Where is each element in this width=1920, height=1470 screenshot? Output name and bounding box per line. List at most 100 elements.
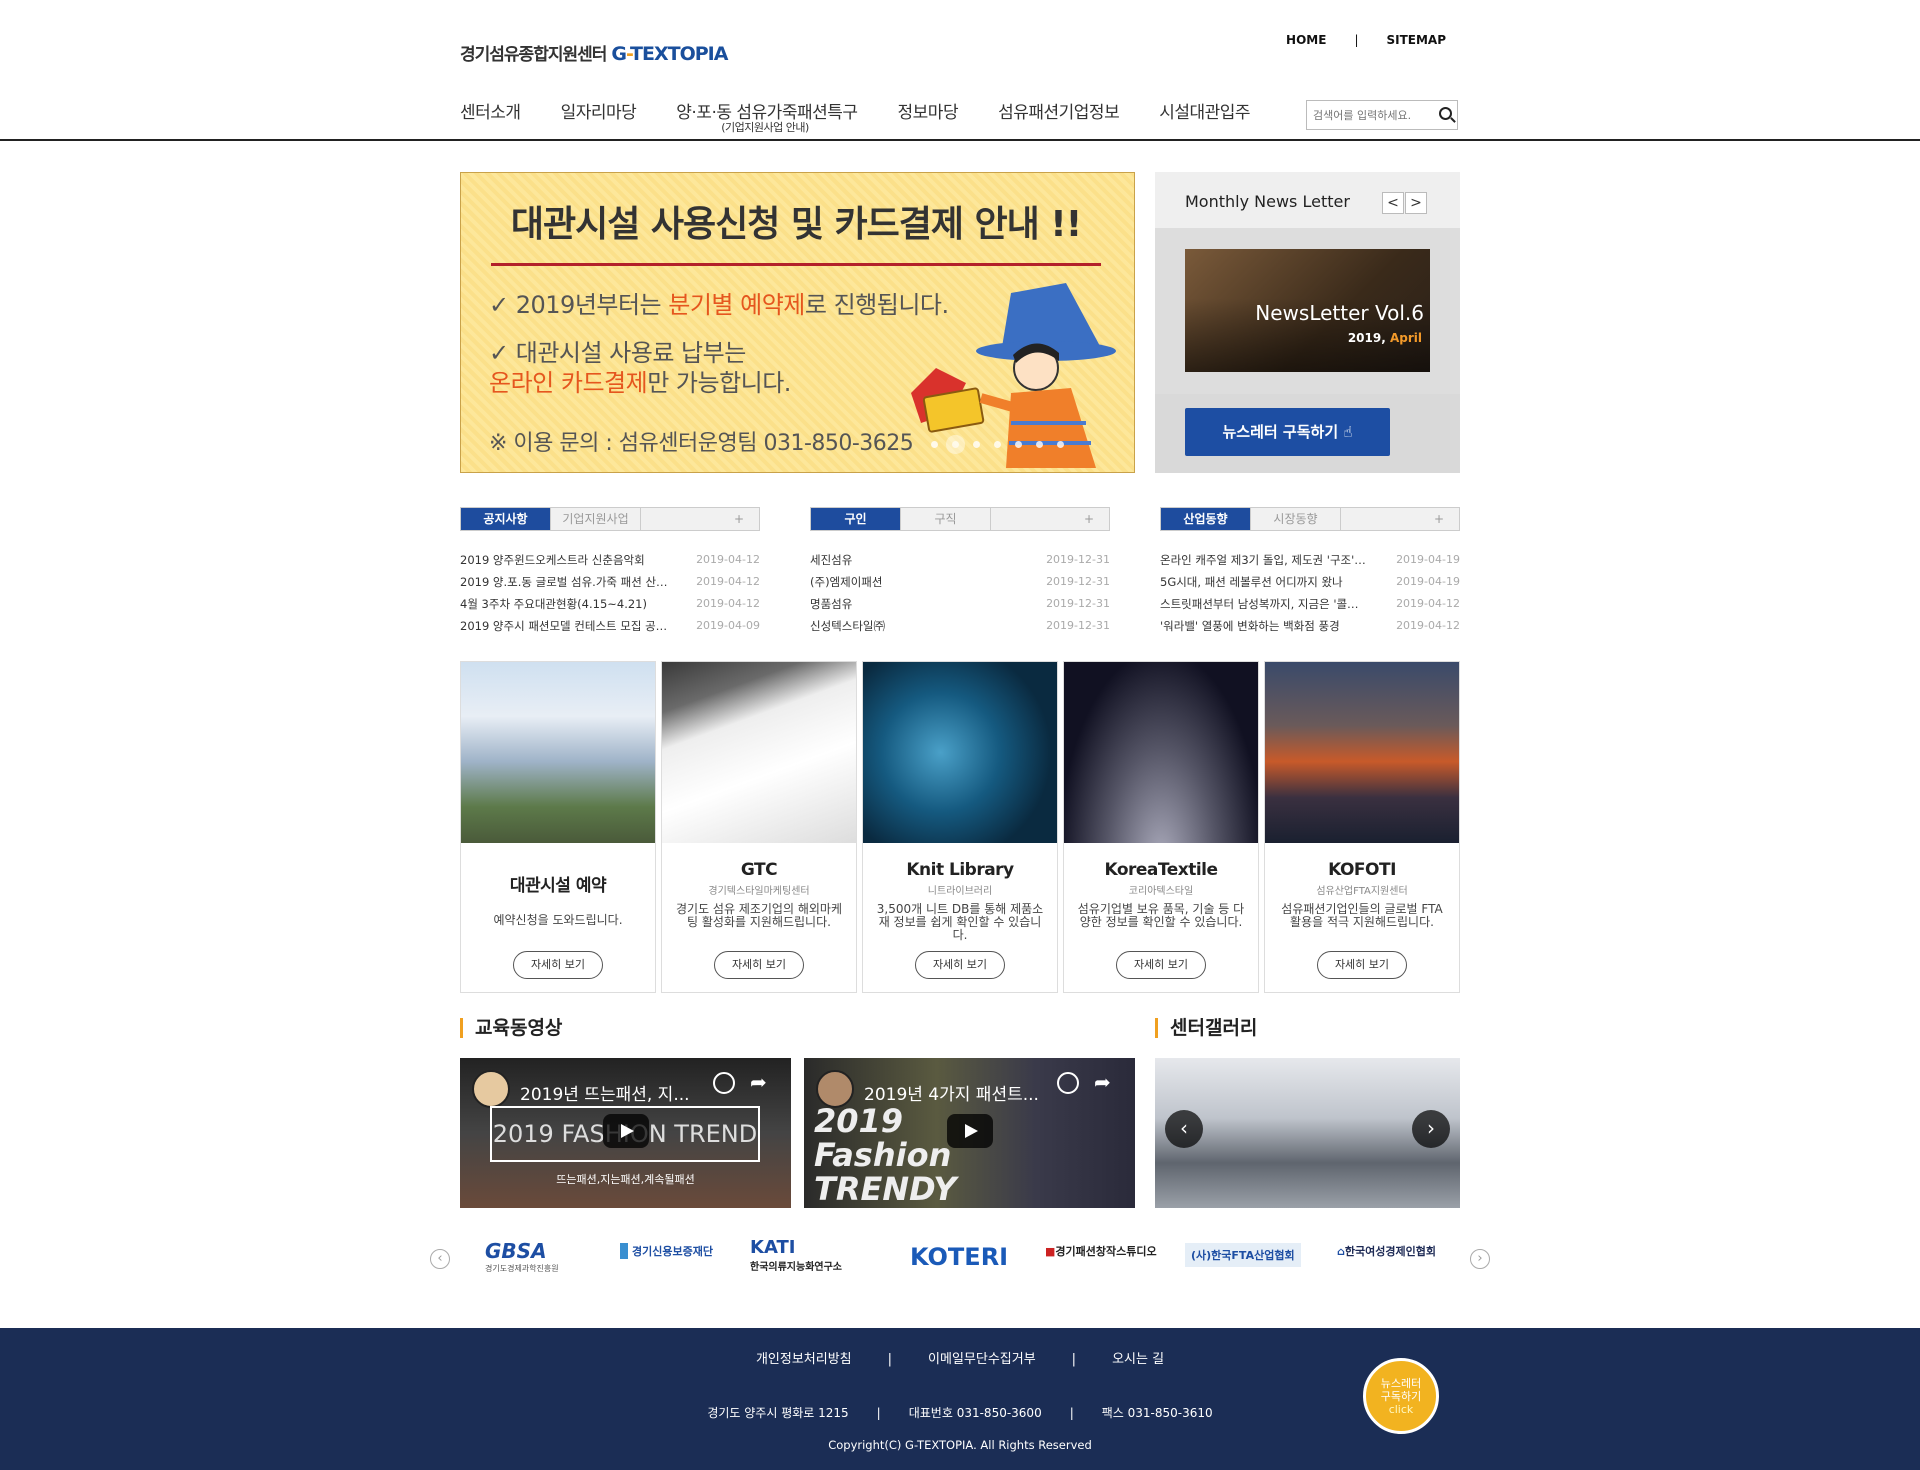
partner-kati[interactable]: KATI 한국의류지능화연구소: [750, 1237, 842, 1273]
tab-business-support[interactable]: 기업지원사업: [551, 508, 641, 530]
newsletter-next-button[interactable]: >: [1405, 192, 1427, 214]
play-icon[interactable]: [603, 1114, 649, 1148]
partner-gfcs[interactable]: ■경기패션창작스튜디오: [1045, 1243, 1157, 1259]
list-item[interactable]: 온라인 캐주얼 제3기 돌입, 제도권 '구조'… 2019-04-19: [1160, 549, 1460, 571]
badge-line-1: 뉴스레터: [1380, 1377, 1422, 1390]
gallery-prev-button[interactable]: ‹: [1165, 1110, 1203, 1148]
list-item[interactable]: 4월 3주차 주요대관현황(4.15~4.21) 2019-04-12: [460, 593, 760, 615]
partners-prev-button[interactable]: ‹: [430, 1249, 450, 1269]
clock-icon[interactable]: [1057, 1072, 1079, 1094]
tab-notice[interactable]: 공지사항: [461, 508, 551, 530]
partner-gbsa[interactable]: GBSA 경기도경제과학진흥원: [485, 1239, 559, 1274]
nav-item-company-info[interactable]: 섬유패션기업정보: [998, 98, 1120, 123]
list-item-date: 2019-12-31: [1046, 575, 1110, 588]
nav-item-center[interactable]: 센터소개: [460, 98, 521, 123]
newsletter-subscribe-button[interactable]: 뉴스레터 구독하기 ☝: [1185, 408, 1390, 456]
main-banner[interactable]: 대관시설 사용신청 및 카드결제 안내 !! ✓ 2019년부터는 분기별 예약…: [460, 172, 1135, 473]
board-tabs: 산업동향 시장동향 +: [1160, 507, 1460, 531]
more-plus-icon[interactable]: +: [719, 508, 759, 530]
home-link[interactable]: HOME: [1286, 33, 1326, 47]
list-item[interactable]: '워라밸' 열풍에 변화하는 백화점 풍경 2019-04-12: [1160, 615, 1460, 637]
search-input[interactable]: [1307, 101, 1427, 129]
list-item[interactable]: (주)엠제이패션 2019-12-31: [810, 571, 1110, 593]
list-item[interactable]: 스트릿패션부터 남성복까지, 지금은 '콜… 2019-04-12: [1160, 593, 1460, 615]
footer-separator: |: [876, 1406, 881, 1420]
yarn-image: [863, 662, 1057, 843]
board-trends: 산업동향 시장동향 + 온라인 캐주얼 제3기 돌입, 제도권 '구조'… 201…: [1160, 507, 1460, 637]
fax: 팩스 031-850-3610: [1101, 1406, 1213, 1420]
partner-kati-name: KATI: [750, 1237, 796, 1258]
banner-dot[interactable]: [931, 441, 938, 448]
sitemap-link[interactable]: SITEMAP: [1386, 33, 1446, 47]
clock-icon[interactable]: [713, 1072, 735, 1094]
list-item-date: 2019-04-12: [696, 553, 760, 566]
partner-gbsa-name: GBSA: [485, 1239, 547, 1263]
newsletter-prev-button[interactable]: <: [1382, 192, 1404, 214]
edu-video-title: 교육동영상: [460, 1018, 562, 1038]
newsletter-year: 2019,: [1347, 331, 1390, 345]
list-item-title: 스트릿패션부터 남성복까지, 지금은 '콜…: [1160, 597, 1359, 611]
card-knit-library: Knit Library 니트라이브러리 3,500개 니트 DB를 통해 제품…: [862, 661, 1058, 993]
tab-industry-trend[interactable]: 산업동향: [1161, 508, 1251, 530]
detail-button[interactable]: 자세히 보기: [1317, 951, 1407, 979]
list-item[interactable]: 5G시대, 패션 레볼루션 어디까지 왔나 2019-04-19: [1160, 571, 1460, 593]
card-title: KoreaTextile: [1104, 860, 1218, 880]
banner-dot[interactable]: [1036, 441, 1043, 448]
video-1[interactable]: 2019년 뜨는패션, 지... ➦ 2019 FASHION TREND 뜨는…: [460, 1058, 791, 1208]
newsletter-thumbnail[interactable]: NewsLetter Vol.6 2019, April: [1185, 249, 1430, 372]
tab-market-trend[interactable]: 시장동향: [1251, 508, 1341, 530]
partners-next-button[interactable]: ›: [1470, 1249, 1490, 1269]
partner-kwec[interactable]: ⌂한국여성경제인협회: [1337, 1243, 1436, 1259]
tab-job-seek[interactable]: 구직: [901, 508, 991, 530]
board-list: 2019 양주윈드오케스트라 신춘음악회 2019-04-12 2019 양.포.…: [460, 549, 760, 637]
partner-gcgf[interactable]: 경기신용보증재단: [620, 1243, 713, 1259]
page: 경기섬유종합지원센터 G-TEXTOPIA HOME | SITEMAP 센터소개 …: [0, 0, 1920, 1470]
detail-button[interactable]: 자세히 보기: [714, 951, 804, 979]
search-icon[interactable]: [1439, 107, 1452, 120]
banner-dot[interactable]: [973, 441, 980, 448]
banner-dot[interactable]: [994, 441, 1001, 448]
share-icon[interactable]: ➦: [1094, 1070, 1111, 1094]
banner-dot[interactable]: [1015, 441, 1022, 448]
banner-dot-active[interactable]: [952, 441, 959, 448]
card-subtitle: 니트라이브러리: [927, 886, 993, 897]
partner-koteri[interactable]: KOTERI: [910, 1243, 1008, 1271]
list-item-title: 5G시대, 패션 레볼루션 어디까지 왔나: [1160, 575, 1343, 589]
directions-link[interactable]: 오시는 길: [1112, 1352, 1164, 1367]
nav-item-info[interactable]: 정보마당: [898, 98, 959, 123]
detail-button[interactable]: 자세히 보기: [1116, 951, 1206, 979]
more-plus-icon[interactable]: +: [1069, 508, 1109, 530]
list-item[interactable]: 2019 양주시 패션모델 컨테스트 모집 공… 2019-04-09: [460, 615, 760, 637]
list-item[interactable]: 명품섬유 2019-12-31: [810, 593, 1110, 615]
list-item-title: 세진섬유: [810, 553, 853, 567]
email-policy-link[interactable]: 이메일무단수집거부: [928, 1352, 1036, 1367]
channel-avatar[interactable]: [472, 1070, 510, 1108]
partner-fta[interactable]: (사)한국FTA산업협회: [1185, 1243, 1301, 1267]
more-plus-icon[interactable]: +: [1419, 508, 1459, 530]
list-item[interactable]: 세진섬유 2019-12-31: [810, 549, 1110, 571]
footer-separator: |: [1069, 1406, 1074, 1420]
banner-dot[interactable]: [1057, 441, 1064, 448]
gallery-next-button[interactable]: ›: [1412, 1110, 1450, 1148]
list-item[interactable]: 신성텍스타일㈜ 2019-12-31: [810, 615, 1110, 637]
list-item-date: 2019-12-31: [1046, 597, 1110, 610]
list-item[interactable]: 2019 양주윈드오케스트라 신춘음악회 2019-04-12: [460, 549, 760, 571]
card-facility: 대관시설 예약 예약신청을 도와드립니다. 자세히 보기: [460, 661, 656, 993]
main-nav: 센터소개 일자리마당 양·포·동 섬유가죽패션특구 (기업지원사업 안내) 정보마…: [460, 98, 1290, 134]
video-2[interactable]: 2019년 4가지 패션트... ➦ 2019 Fashion TRENDY: [804, 1058, 1135, 1208]
phone: 대표번호 031-850-3600: [908, 1406, 1042, 1420]
tab-job-offer[interactable]: 구인: [811, 508, 901, 530]
share-icon[interactable]: ➦: [750, 1070, 767, 1094]
banner-line-1a: ✓ 2019년부터는: [489, 291, 669, 319]
newsletter-badge-button[interactable]: 뉴스레터 구독하기 click: [1363, 1358, 1439, 1434]
nav-item-jobs[interactable]: 일자리마당: [561, 98, 637, 123]
detail-button[interactable]: 자세히 보기: [915, 951, 1005, 979]
play-icon[interactable]: [947, 1114, 993, 1148]
nav-item-facility[interactable]: 시설대관입주: [1159, 98, 1250, 123]
nav-item-special-zone[interactable]: 양·포·동 섬유가죽패션특구 (기업지원사업 안내): [676, 98, 858, 134]
gallery-slider[interactable]: ‹ ›: [1155, 1058, 1460, 1208]
privacy-link[interactable]: 개인정보처리방침: [756, 1352, 852, 1367]
site-logo[interactable]: 경기섬유종합지원센터 G-TEXTOPIA: [460, 40, 728, 65]
detail-button[interactable]: 자세히 보기: [513, 951, 603, 979]
list-item[interactable]: 2019 양.포.동 글로벌 섬유.가죽 패션 산… 2019-04-12: [460, 571, 760, 593]
